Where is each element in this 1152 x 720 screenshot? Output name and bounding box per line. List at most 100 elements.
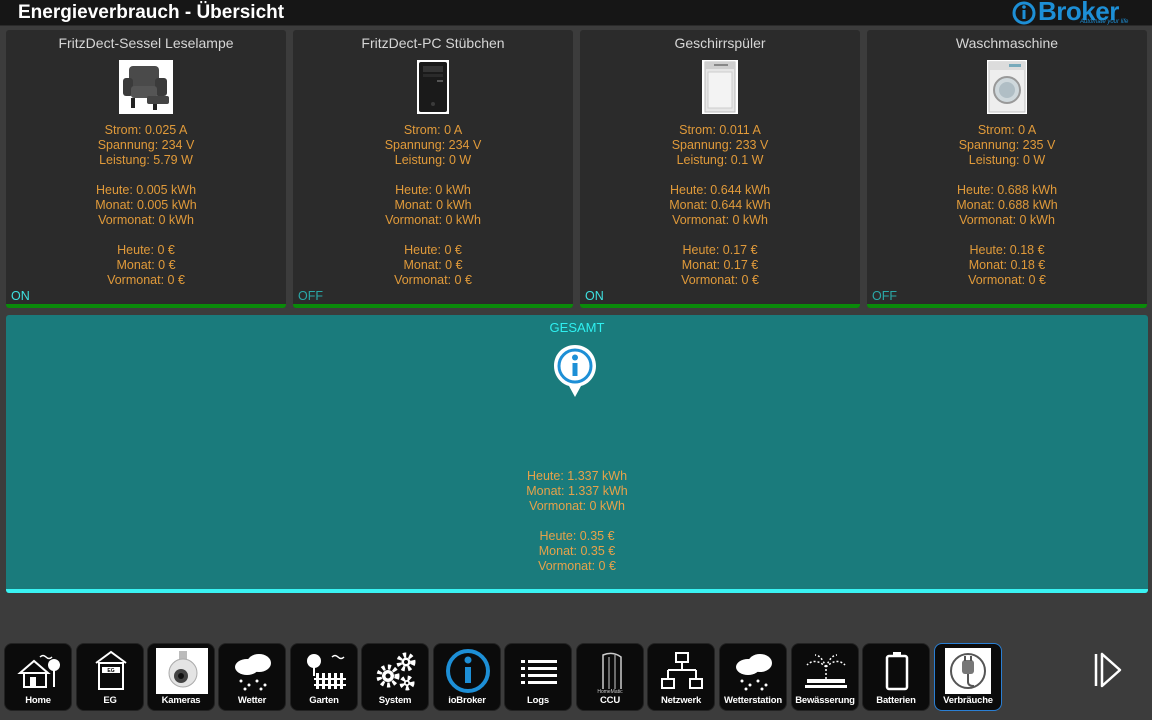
device-stats: Strom: 0 A Spannung: 234 V Leistung: 0 W… <box>293 123 573 288</box>
heute-kwh-value: Heute: 0.644 kWh <box>669 183 771 197</box>
ccu-icon <box>586 648 636 694</box>
floor-plan-icon: EG <box>86 648 136 694</box>
device-name: FritzDect-PC Stübchen <box>361 35 505 51</box>
leistung-value: Leistung: 0 W <box>394 153 472 167</box>
device-card-sessel[interactable]: FritzDect-Sessel Leselampe Strom: 0.025 … <box>6 30 286 308</box>
nav-button-iobroker[interactable]: ioBroker <box>433 643 501 711</box>
nav-button-verbraeuche[interactable]: Verbräuche <box>934 643 1002 711</box>
vormonat-eur-value: Vormonat: 0 € <box>968 273 1046 287</box>
device-stats: Strom: 0.011 A Spannung: 233 V Leistung:… <box>580 123 860 288</box>
device-stats: Strom: 0.025 A Spannung: 234 V Leistung:… <box>6 123 286 288</box>
leistung-value: Leistung: 0.1 W <box>676 153 764 167</box>
total-title: GESAMT <box>549 320 605 335</box>
device-name: Geschirrspüler <box>674 35 766 51</box>
device-card-washer[interactable]: Waschmaschine Strom: 0 A Spannung: 235 V… <box>867 30 1147 308</box>
nav-label: EG <box>103 695 117 706</box>
spannung-value: Spannung: 234 V <box>97 138 195 152</box>
monat-eur-value: Monat: 0.18 € <box>968 258 1046 272</box>
nav-label: Kameras <box>161 695 201 706</box>
nav-label: Netzwerk <box>660 695 702 706</box>
nav-button-netzwerk[interactable]: Netzwerk <box>647 643 715 711</box>
weather-station-icon <box>729 648 779 694</box>
nav-label: CCU <box>600 695 620 706</box>
device-state: OFF <box>298 289 323 303</box>
nav-button-bewaesserung[interactable]: Bewässerung <box>791 643 859 711</box>
device-card-dishwasher[interactable]: Geschirrspüler Strom: 0.011 A Spannung: … <box>580 30 860 308</box>
nav-label: Home <box>25 695 51 706</box>
monat-kwh-value: Monat: 0.688 kWh <box>956 198 1058 212</box>
bottom-navigation: Home EG EG Kameras Wetter Garten System … <box>0 640 1152 720</box>
leistung-value: Leistung: 5.79 W <box>99 153 193 167</box>
heute-eur-value: Heute: 0 € <box>117 243 175 257</box>
nav-button-garten[interactable]: Garten <box>290 643 358 711</box>
strom-value: Strom: 0.011 A <box>679 123 761 137</box>
monat-eur-value: Monat: 0 € <box>116 258 176 272</box>
svg-text:EG: EG <box>107 668 114 674</box>
nav-label: Verbräuche <box>943 695 993 706</box>
washing-machine-image <box>987 60 1027 114</box>
device-state: ON <box>11 289 30 303</box>
nav-label: Bewässerung <box>795 695 855 706</box>
page-title: Energieverbrauch - Übersicht <box>18 2 285 23</box>
spannung-value: Spannung: 234 V <box>384 138 482 152</box>
garden-icon <box>300 648 350 694</box>
nav-button-batterien[interactable]: Batterien <box>862 643 930 711</box>
state-bar <box>580 304 860 308</box>
pc-tower-image <box>417 60 449 114</box>
nav-button-kameras[interactable]: Kameras <box>147 643 215 711</box>
device-state: ON <box>585 289 604 303</box>
spannung-value: Spannung: 235 V <box>958 138 1056 152</box>
total-vormonat-kwh: Vormonat: 0 kWh <box>529 499 625 513</box>
battery-icon <box>872 648 922 694</box>
nav-button-home[interactable]: Home <box>4 643 72 711</box>
vormonat-kwh-value: Vormonat: 0 kWh <box>385 213 481 227</box>
nav-button-system[interactable]: System <box>361 643 429 711</box>
iobroker-logo-icon <box>1012 1 1036 25</box>
device-stats: Strom: 0 A Spannung: 235 V Leistung: 0 W… <box>867 123 1147 288</box>
nav-label: System <box>378 695 412 706</box>
header-bar: Energieverbrauch - Übersicht Broker Auto… <box>0 0 1152 26</box>
heute-eur-value: Heute: 0.17 € <box>682 243 758 257</box>
total-heute-eur: Heute: 0.35 € <box>539 529 615 543</box>
strom-value: Strom: 0 A <box>403 123 463 137</box>
network-icon <box>657 648 707 694</box>
leistung-value: Leistung: 0 W <box>968 153 1046 167</box>
nav-button-logs[interactable]: Logs <box>504 643 572 711</box>
list-icon <box>514 648 564 694</box>
nav-button-wetter[interactable]: Wetter <box>218 643 286 711</box>
monat-eur-value: Monat: 0 € <box>403 258 463 272</box>
armchair-image <box>119 60 173 114</box>
total-panel: GESAMT Heute: 1.337 kWh Monat: 1.337 kWh… <box>6 315 1148 593</box>
nav-label: Logs <box>527 695 549 706</box>
next-page-arrow-icon[interactable] <box>1092 648 1124 692</box>
nav-label: Wetter <box>237 695 267 706</box>
house-icon <box>14 648 64 694</box>
vormonat-eur-value: Vormonat: 0 € <box>107 273 185 287</box>
gears-icon <box>371 648 421 694</box>
nav-label: Batterien <box>876 695 916 706</box>
total-stats: Heute: 1.337 kWh Monat: 1.337 kWh Vormon… <box>6 469 1148 574</box>
state-bar <box>293 304 573 308</box>
nav-button-ccu[interactable]: HomeMatic CCU <box>576 643 644 711</box>
device-card-pc[interactable]: FritzDect-PC Stübchen Strom: 0 A Spannun… <box>293 30 573 308</box>
nav-label: Wetterstation <box>724 695 782 706</box>
state-bar <box>6 304 286 308</box>
power-plug-icon <box>945 648 991 694</box>
total-vormonat-eur: Vormonat: 0 € <box>538 559 616 573</box>
nav-button-wetterstation[interactable]: Wetterstation <box>719 643 787 711</box>
heute-eur-value: Heute: 0 € <box>404 243 462 257</box>
strom-value: Strom: 0.025 A <box>104 123 188 137</box>
iobroker-icon <box>443 648 493 694</box>
iobroker-logo: Broker Automate your life <box>1008 0 1146 26</box>
camera-icon <box>156 648 208 694</box>
device-name: FritzDect-Sessel Leselampe <box>58 35 234 51</box>
dishwasher-image <box>702 60 738 114</box>
vormonat-kwh-value: Vormonat: 0 kWh <box>672 213 768 227</box>
weather-icon <box>228 648 278 694</box>
vormonat-kwh-value: Vormonat: 0 kWh <box>98 213 194 227</box>
state-bar <box>867 304 1147 308</box>
total-heute-kwh: Heute: 1.337 kWh <box>526 469 628 483</box>
vormonat-eur-value: Vormonat: 0 € <box>394 273 472 287</box>
monat-kwh-value: Monat: 0.005 kWh <box>95 198 197 212</box>
nav-button-eg[interactable]: EG EG <box>76 643 144 711</box>
